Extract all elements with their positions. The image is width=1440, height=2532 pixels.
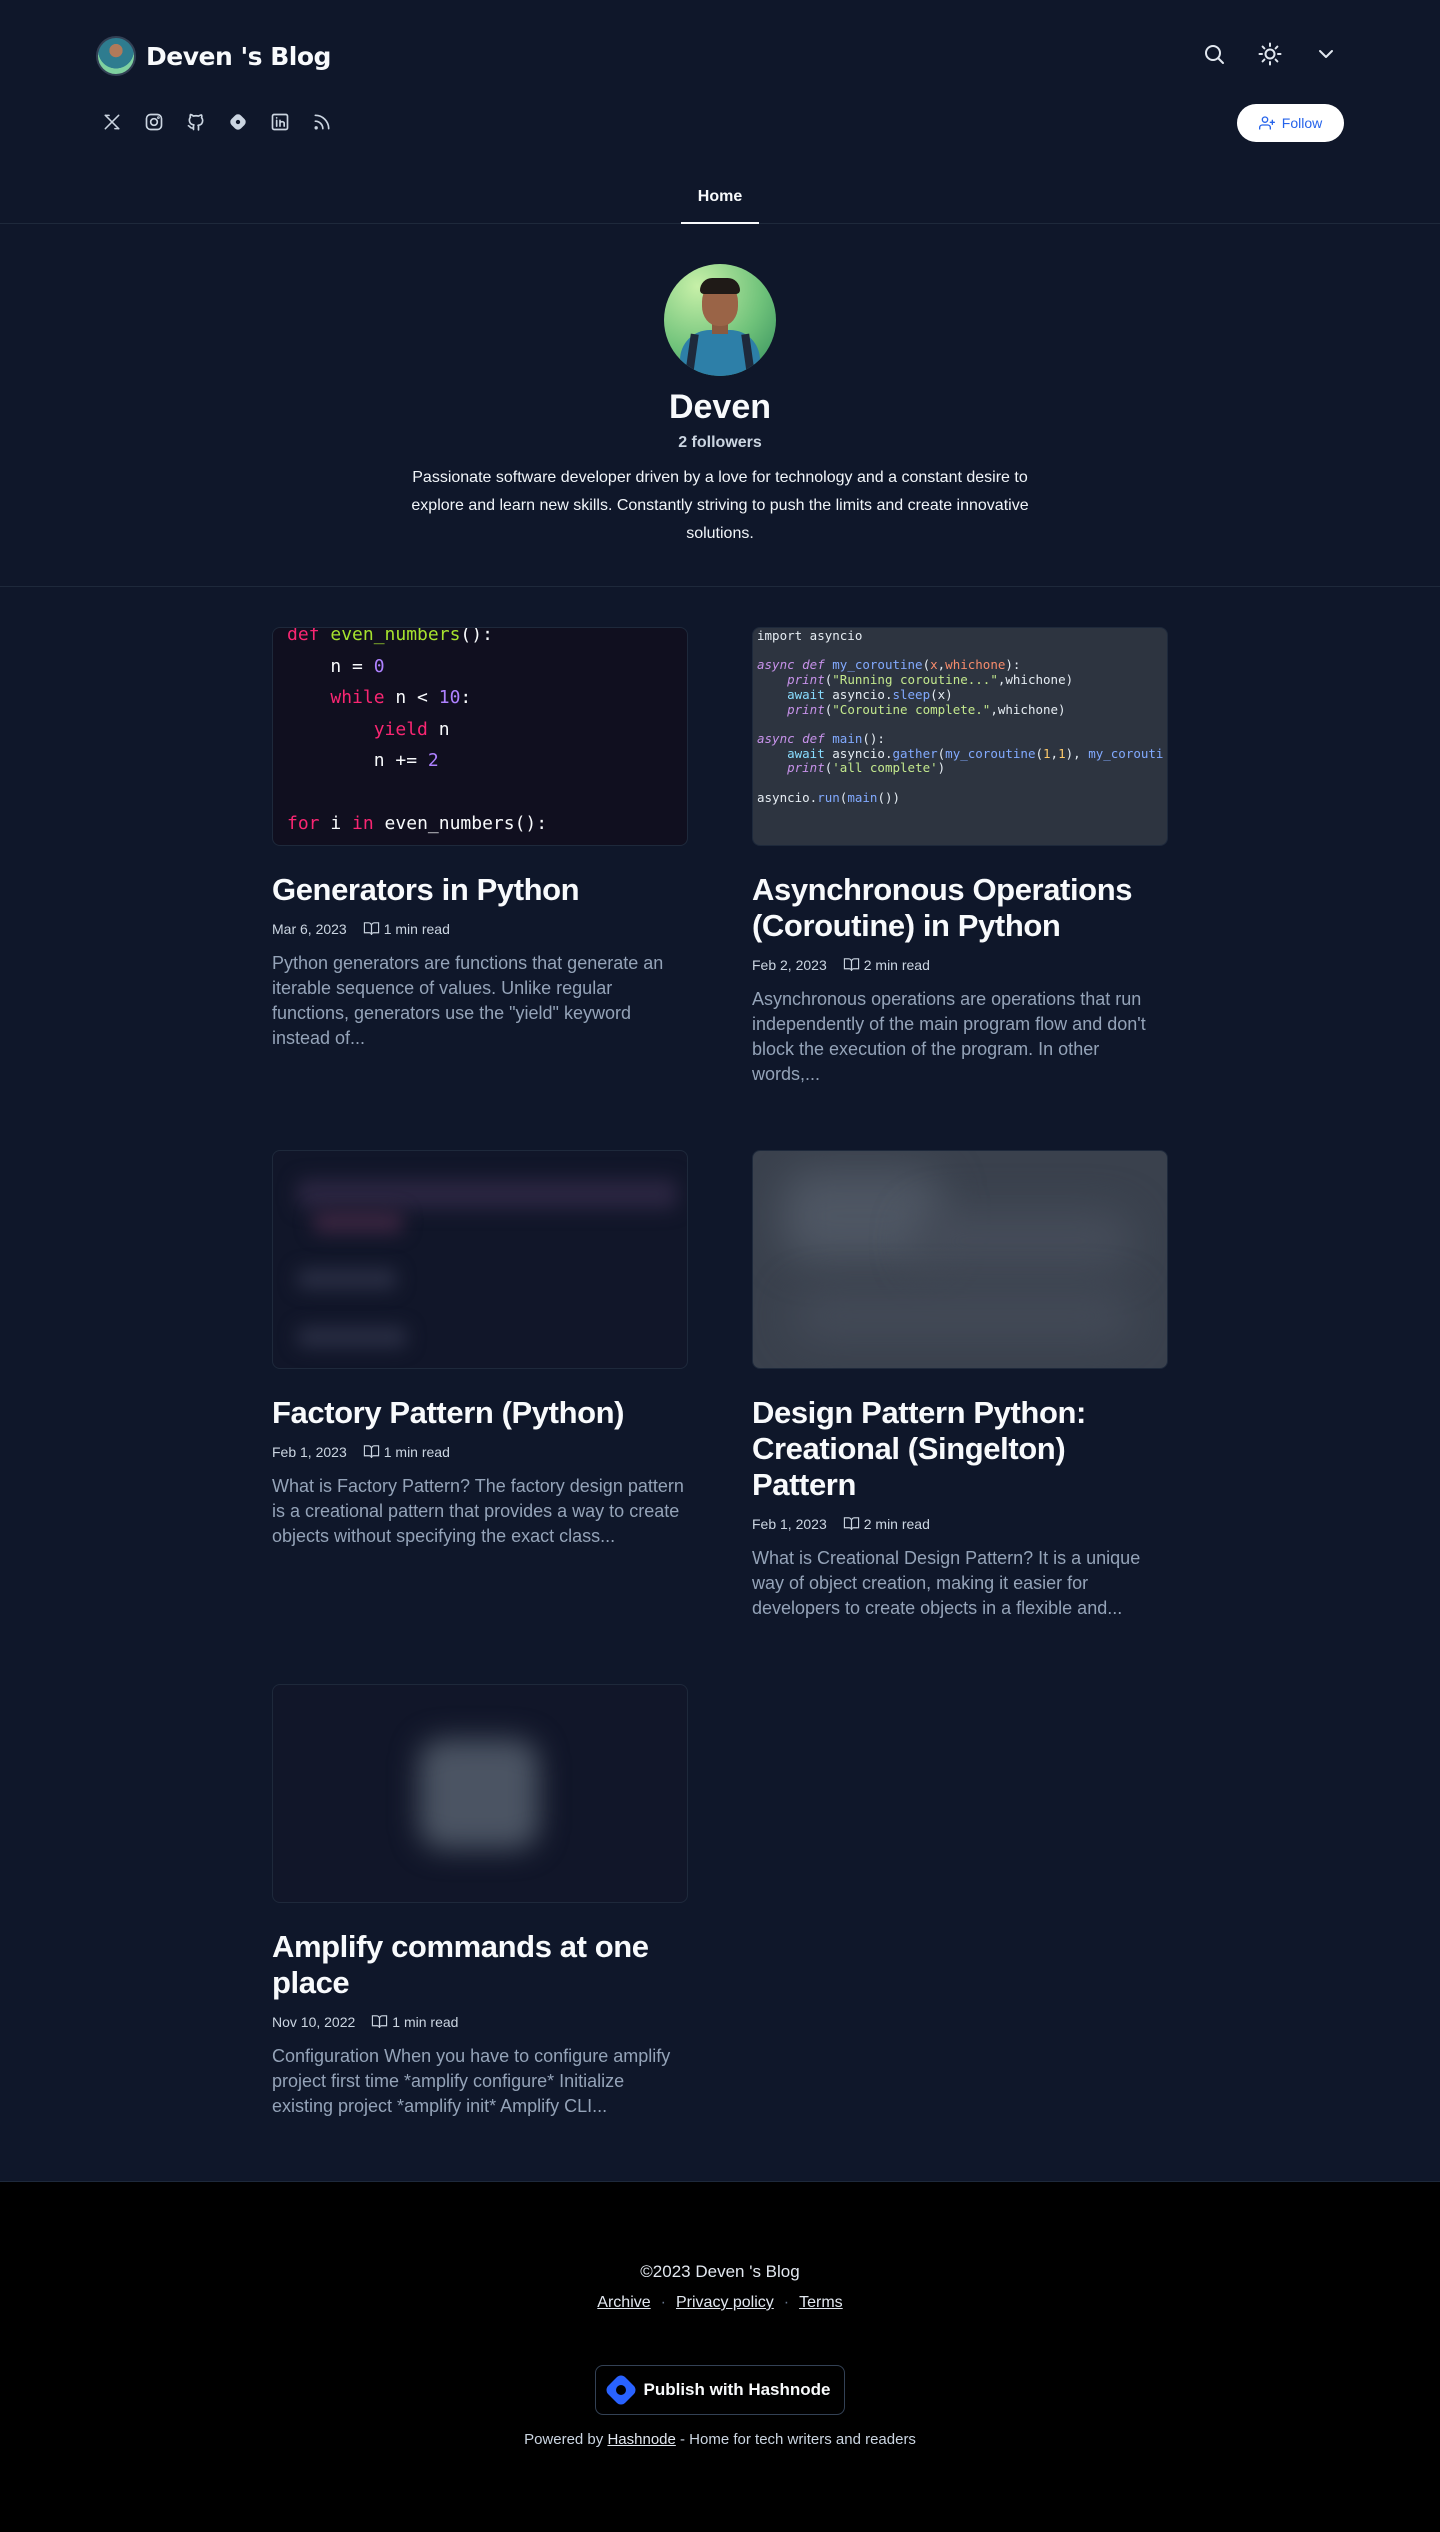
hashnode-logo-icon: [604, 2373, 639, 2407]
post-meta: Mar 6, 2023 1 min read: [272, 920, 688, 937]
header-actions: [1196, 36, 1344, 72]
post-cover-image[interactable]: [752, 1150, 1168, 1369]
post-cover-image[interactable]: [272, 1684, 688, 1903]
footer-copyright: ©2023 Deven 's Blog: [640, 2262, 800, 2281]
author-name[interactable]: Deven: [0, 388, 1440, 427]
site-footer: ©2023 Deven 's Blog Archive · Privacy po…: [0, 2181, 1440, 2532]
book-open-icon: [843, 958, 859, 971]
social-x-link[interactable]: [96, 104, 128, 140]
social-links: [96, 104, 338, 140]
blog-logo-avatar[interactable]: [96, 36, 136, 76]
linkedin-icon: [271, 113, 289, 131]
theme-toggle-button[interactable]: [1252, 36, 1288, 72]
chevron-down-icon: [1319, 50, 1333, 58]
footer-link-privacy[interactable]: Privacy policy: [676, 2294, 774, 2312]
publish-with-hashnode-button[interactable]: Publish with Hashnode: [595, 2365, 845, 2415]
blog-title[interactable]: Deven 's Blog: [146, 42, 331, 71]
post-title[interactable]: Factory Pattern (Python): [272, 1395, 688, 1431]
book-open-icon: [363, 1445, 379, 1458]
footer-link-archive[interactable]: Archive: [597, 2294, 650, 2312]
book-open-icon: [372, 2015, 388, 2028]
post-date[interactable]: Feb 1, 2023: [272, 1444, 347, 1460]
post-excerpt[interactable]: Configuration When you have to configure…: [272, 2044, 688, 2119]
post-read-time: 2 min read: [863, 956, 930, 973]
social-linkedin-link[interactable]: [264, 104, 296, 140]
x-icon: [104, 114, 120, 130]
search-icon: [1205, 45, 1224, 64]
post-read-time: 1 min read: [383, 920, 450, 937]
github-icon: [187, 113, 204, 131]
social-hashnode-link[interactable]: [222, 104, 254, 140]
post-cover-image[interactable]: import asyncio async def my_coroutine(x,…: [752, 627, 1168, 846]
post-read-time: 2 min read: [863, 1515, 930, 1532]
post-date[interactable]: Feb 1, 2023: [752, 1516, 827, 1532]
site-header: Deven 's Blog Follow Home: [0, 0, 1440, 224]
add-user-icon: [1258, 116, 1275, 130]
post-meta: Feb 2, 2023 2 min read: [752, 956, 1168, 973]
post-cover-image[interactable]: [272, 1150, 688, 1369]
post-title[interactable]: Amplify commands at one place: [272, 1929, 688, 2001]
book-open-icon: [363, 922, 379, 935]
post-excerpt[interactable]: What is Creational Design Pattern? It is…: [752, 1546, 1168, 1621]
post-date[interactable]: Nov 10, 2022: [272, 2014, 355, 2030]
post-card: Factory Pattern (Python) Feb 1, 2023 1 m…: [272, 1150, 688, 1549]
blog-brand[interactable]: Deven 's Blog: [96, 36, 331, 76]
post-title[interactable]: Design Pattern Python: Creational (Singe…: [752, 1395, 1168, 1503]
post-title[interactable]: Generators in Python: [272, 872, 688, 908]
post-excerpt[interactable]: Python generators are functions that gen…: [272, 951, 688, 1051]
author-bio: Passionate software developer driven by …: [411, 469, 1029, 542]
sun-icon: [1258, 42, 1282, 66]
post-meta: Feb 1, 2023 2 min read: [752, 1515, 1168, 1532]
tab-home[interactable]: Home: [681, 180, 759, 224]
social-github-link[interactable]: [180, 104, 212, 140]
separator-dot: ·: [783, 2294, 790, 2311]
post-card: Design Pattern Python: Creational (Singe…: [752, 1150, 1168, 1621]
post-read-time: 1 min read: [392, 2013, 459, 2030]
author-profile: Deven 2 followers Passionate software de…: [0, 224, 1440, 587]
post-cover-image[interactable]: def even_numbers(): n = 0 while n < 10: …: [272, 627, 688, 846]
rss-icon: [314, 114, 330, 130]
footer-link-terms[interactable]: Terms: [799, 2294, 843, 2312]
post-excerpt[interactable]: What is Factory Pattern? The factory des…: [272, 1474, 688, 1549]
post-meta: Nov 10, 2022 1 min read: [272, 2013, 688, 2030]
hashnode-link[interactable]: Hashnode: [607, 2431, 675, 2448]
post-read-time: 1 min read: [383, 1443, 450, 1460]
post-card: def even_numbers(): n = 0 while n < 10: …: [272, 627, 688, 1051]
post-card: import asyncio async def my_coroutine(x,…: [752, 627, 1168, 1087]
footer-links: Archive · Privacy policy · Terms: [0, 2294, 1440, 2312]
post-date[interactable]: Feb 2, 2023: [752, 957, 827, 973]
separator-dot: ·: [660, 2294, 666, 2311]
social-rss-link[interactable]: [306, 104, 338, 140]
search-button[interactable]: [1196, 36, 1232, 72]
instagram-icon: [145, 113, 163, 131]
follow-button[interactable]: Follow: [1237, 104, 1344, 142]
menu-dropdown-button[interactable]: [1308, 36, 1344, 72]
post-card: Amplify commands at one place Nov 10, 20…: [272, 1684, 688, 2119]
follow-button-label: Follow: [1281, 115, 1323, 131]
author-avatar[interactable]: [664, 264, 776, 376]
hashnode-icon: [230, 114, 246, 130]
powered-by: Powered by Hashnode - Home for tech writ…: [524, 2431, 916, 2448]
followers-count[interactable]: 2 followers: [0, 434, 1440, 452]
post-date[interactable]: Mar 6, 2023: [272, 921, 347, 937]
publish-button-label: Publish with Hashnode: [643, 2380, 831, 2399]
post-meta: Feb 1, 2023 1 min read: [272, 1443, 688, 1460]
book-open-icon: [843, 1517, 859, 1530]
social-instagram-link[interactable]: [138, 104, 170, 140]
post-excerpt[interactable]: Asynchronous operations are operations t…: [752, 987, 1168, 1087]
post-title[interactable]: Asynchronous Operations (Coroutine) in P…: [752, 872, 1168, 944]
